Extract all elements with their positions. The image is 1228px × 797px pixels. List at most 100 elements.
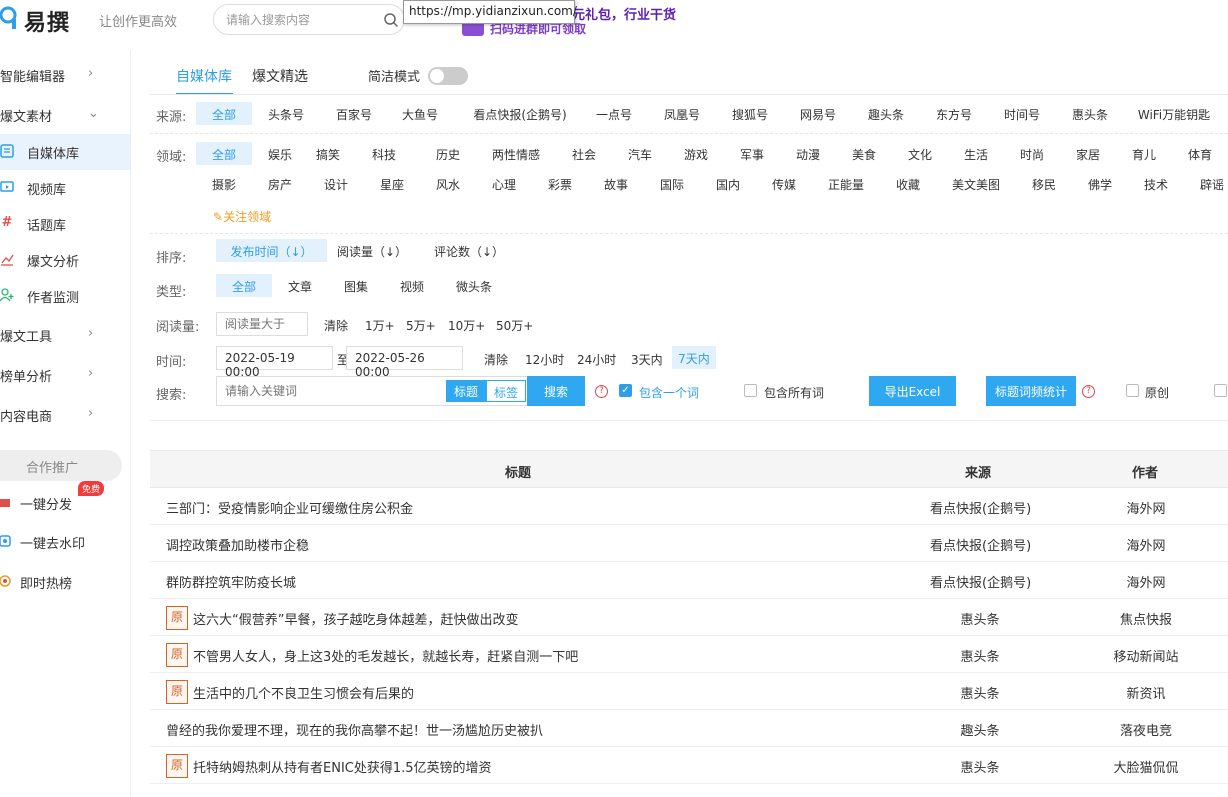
simple-mode-toggle[interactable] xyxy=(428,67,468,85)
sidebar-item-ranking[interactable]: 榜单分析 › xyxy=(0,357,130,393)
row-author[interactable]: 海外网 xyxy=(1096,572,1196,591)
source-option[interactable]: 时间号 xyxy=(990,102,1054,125)
read-500k[interactable]: 50万+ xyxy=(496,317,533,334)
domain-option[interactable]: 娱乐 xyxy=(260,142,300,165)
domain-option[interactable]: 正能量 xyxy=(820,172,872,195)
promo-distribute[interactable]: 一键分发 免费 xyxy=(0,481,130,521)
sidebar-item-editor[interactable]: 智能编辑器 › xyxy=(0,57,130,93)
domain-option[interactable]: 移民 xyxy=(1024,172,1064,195)
contains-one-checkbox[interactable]: ✓ xyxy=(619,384,632,397)
domain-option[interactable]: 社会 xyxy=(564,142,604,165)
domain-option[interactable]: 军事 xyxy=(732,142,772,165)
type-article[interactable]: 文章 xyxy=(280,274,320,297)
promo-remove-watermark[interactable]: 一键去水印 xyxy=(0,524,130,560)
domain-option[interactable]: 游戏 xyxy=(676,142,716,165)
domain-option[interactable]: 星座 xyxy=(372,172,412,195)
contains-one-label[interactable]: 包含一个词 xyxy=(639,384,699,401)
row-author[interactable]: 落夜电竞 xyxy=(1096,720,1196,739)
contains-all-checkbox[interactable] xyxy=(744,384,757,397)
time-12h[interactable]: 12小时 xyxy=(525,351,564,368)
seg-tag[interactable]: 标签 xyxy=(486,380,526,402)
row-title[interactable]: 曾经的我你爱理不理，现在的我你高攀不起！世一汤尴尬历史被扒 xyxy=(166,720,543,739)
row-title[interactable]: 生活中的几个不良卫生习惯会有后果的 xyxy=(193,683,414,702)
time-clear[interactable]: 清除 xyxy=(484,351,508,368)
type-video[interactable]: 视频 xyxy=(392,274,432,297)
domain-option[interactable]: 两性情感 xyxy=(484,142,548,165)
domain-option[interactable]: 文化 xyxy=(900,142,940,165)
domain-option[interactable]: 国际 xyxy=(652,172,692,195)
table-row[interactable]: 原托特纳姆热刺从持有者ENIC处获得1.5亿英镑的增资 惠头条 大脸猫侃侃 xyxy=(150,747,1228,784)
domain-option[interactable]: 佛学 xyxy=(1080,172,1120,195)
source-option[interactable]: 百家号 xyxy=(322,102,386,125)
source-option[interactable]: 凤凰号 xyxy=(650,102,714,125)
type-micro[interactable]: 微头条 xyxy=(450,274,498,297)
help-icon[interactable]: ? xyxy=(595,385,608,398)
read-clear[interactable]: 清除 xyxy=(324,317,348,334)
search-icon[interactable] xyxy=(383,12,399,28)
table-row[interactable]: 群防群控筑牢防疫长城 看点快报(企鹅号) 海外网 xyxy=(150,562,1228,599)
date-from-input[interactable]: 2022-05-19 00:00 xyxy=(216,346,333,379)
source-option[interactable]: 东方号 xyxy=(922,102,986,125)
sidebar-item-video-lib[interactable]: 视频库 xyxy=(0,170,130,206)
source-option[interactable]: 网易号 xyxy=(786,102,850,125)
row-title[interactable]: 不管男人女人，身上这3处的毛发越长，就越长寿，赶紧自测一下吧 xyxy=(193,646,578,665)
sort-comment-count[interactable]: 评论数（↓） xyxy=(430,239,508,262)
source-option[interactable]: 大鱼号 xyxy=(388,102,452,125)
domain-option[interactable]: 时尚 xyxy=(1012,142,1052,165)
source-option[interactable]: 一点号 xyxy=(588,102,640,125)
domain-option[interactable]: 传媒 xyxy=(764,172,804,195)
table-row[interactable]: 原这六大“假营养”早餐，孩子越吃身体越差，赶快做出改变 惠头条 焦点快报 xyxy=(150,599,1228,636)
time-24h[interactable]: 24小时 xyxy=(577,351,616,368)
source-option[interactable]: 看点快报(企鹅号) xyxy=(464,102,576,125)
table-row[interactable]: 原生活中的几个不良卫生习惯会有后果的 惠头条 新资讯 xyxy=(150,673,1228,710)
source-option[interactable]: 趣头条 xyxy=(854,102,918,125)
title-wordfreq-button[interactable]: 标题词频统计 xyxy=(986,376,1076,406)
extra-checkbox[interactable] xyxy=(1214,384,1227,397)
type-gallery[interactable]: 图集 xyxy=(336,274,376,297)
search-button[interactable]: 搜索 xyxy=(527,376,585,406)
follow-domain-link[interactable]: ✎关注领域 xyxy=(213,208,271,225)
row-author[interactable]: 大脸猫侃侃 xyxy=(1096,757,1196,776)
domain-option[interactable]: 搞笑 xyxy=(308,142,348,165)
table-row[interactable]: 调控政策叠加助楼市企稳 看点快报(企鹅号) 海外网 xyxy=(150,525,1228,562)
domain-option[interactable]: 彩票 xyxy=(540,172,580,195)
domain-option[interactable]: 故事 xyxy=(596,172,636,195)
domain-option[interactable]: 房产 xyxy=(260,172,300,195)
domain-option[interactable]: 辟谣 xyxy=(1192,172,1228,195)
row-author[interactable]: 焦点快报 xyxy=(1096,609,1196,628)
domain-option[interactable]: 国内 xyxy=(708,172,748,195)
row-author[interactable]: 海外网 xyxy=(1096,535,1196,554)
source-option[interactable]: 惠头条 xyxy=(1058,102,1122,125)
read-100k[interactable]: 10万+ xyxy=(448,317,485,334)
domain-option[interactable]: 风水 xyxy=(428,172,468,195)
table-row[interactable]: 原不管男人女人，身上这3处的毛发越长，就越长寿，赶紧自测一下吧 惠头条 移动新闻站 xyxy=(150,636,1228,673)
domain-option[interactable]: 育儿 xyxy=(1124,142,1164,165)
row-title[interactable]: 托特纳姆热刺从持有者ENIC处获得1.5亿英镑的增资 xyxy=(193,757,492,776)
domain-option[interactable]: 美文美图 xyxy=(944,172,1008,195)
row-title[interactable]: 三部门：受疫情影响企业可缓缴住房公积金 xyxy=(166,498,413,517)
domain-option[interactable]: 技术 xyxy=(1136,172,1176,195)
export-excel-button[interactable]: 导出Excel xyxy=(869,376,956,406)
row-author[interactable]: 海外网 xyxy=(1096,498,1196,517)
sidebar-item-author-monitor[interactable]: 作者监测 xyxy=(0,278,130,314)
read-10k[interactable]: 1万+ xyxy=(365,317,395,334)
read-50k[interactable]: 5万+ xyxy=(406,317,436,334)
source-option[interactable]: 头条号 xyxy=(258,102,314,125)
help-icon[interactable]: ? xyxy=(1082,385,1095,398)
sidebar-item-media-lib[interactable]: 自媒体库 xyxy=(0,134,130,170)
promo-hot-list[interactable]: 即时热榜 xyxy=(0,564,130,600)
table-row[interactable]: 曾经的我你爱理不理，现在的我你高攀不起！世一汤尴尬历史被扒 趣头条 落夜电竞 xyxy=(150,710,1228,747)
type-all[interactable]: 全部 xyxy=(216,274,272,297)
domain-option[interactable]: 家居 xyxy=(1068,142,1108,165)
domain-option[interactable]: 全部 xyxy=(196,142,252,165)
row-author[interactable]: 新资讯 xyxy=(1096,683,1196,702)
domain-option[interactable]: 动漫 xyxy=(788,142,828,165)
row-title[interactable]: 这六大“假营养”早餐，孩子越吃身体越差，赶快做出改变 xyxy=(193,609,518,628)
domain-option[interactable]: 设计 xyxy=(316,172,356,195)
domain-option[interactable]: 心理 xyxy=(484,172,524,195)
domain-option[interactable]: 收藏 xyxy=(888,172,928,195)
tab-media-lib[interactable]: 自媒体库 xyxy=(176,66,232,86)
sidebar-item-topic-lib[interactable]: # 话题库 xyxy=(0,206,130,242)
sidebar-item-analysis[interactable]: 爆文分析 xyxy=(0,242,130,278)
sidebar-item-ecommerce[interactable]: 内容电商 › xyxy=(0,397,130,433)
